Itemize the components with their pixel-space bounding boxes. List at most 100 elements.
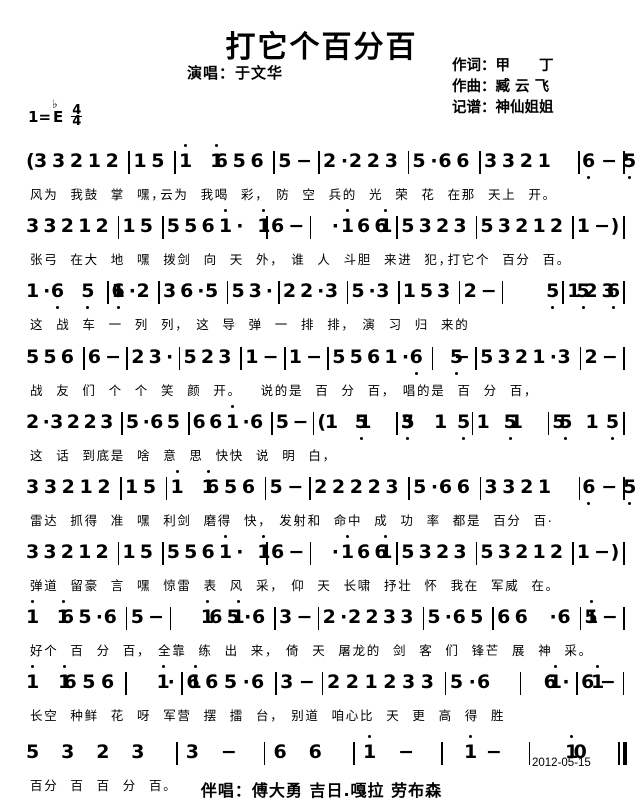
note-1: 1 [384, 346, 398, 368]
lyric-char: 百 [533, 513, 547, 528]
do-label: 1 [28, 107, 39, 126]
note-2: 2 [348, 150, 363, 172]
time-signature: 4 4 [71, 104, 83, 128]
augmentation-dot: · [331, 215, 339, 237]
lyric-char: 这 [30, 448, 43, 463]
lyric-char: 归 [414, 317, 428, 332]
barline [444, 672, 447, 695]
note-extension: − [287, 476, 304, 498]
note-1: 1 [532, 541, 546, 563]
lyrics-row: 好个百分百，全靠练出来，倚天屠龙的剑客们锋芒展神采。 [0, 640, 643, 662]
lyric-char: 空 [302, 187, 315, 202]
note-6: 6 [186, 671, 200, 693]
lyric-char: 客 [419, 643, 432, 658]
music-system: 2·32235·65661·65−(1515351515155515这话到底是啥… [0, 405, 643, 467]
augmentation-dot: · [549, 346, 557, 368]
lyric-char: 来 [441, 317, 454, 332]
lyric-char: ， [265, 643, 278, 658]
barline [128, 151, 130, 174]
barline [396, 216, 399, 239]
lyric-char: 百 [542, 252, 556, 267]
note-5: 5 [166, 541, 180, 563]
barline [181, 672, 183, 695]
barline [562, 281, 565, 304]
note-6: 6 [438, 150, 452, 172]
lyric-char: 开 [528, 187, 541, 202]
lyric-char: 道 [44, 578, 57, 593]
notation-row: (3 3 2 1 2 1 5 1 1 6 5 6 5−2 · 2 2 3 5 · 6 6 3 3 2 1 6 5− [0, 144, 643, 184]
barline [578, 477, 581, 500]
lyric-char: 比 [360, 708, 373, 723]
barline [82, 347, 85, 370]
lyric-char: 地 [110, 252, 124, 267]
lyric-char: ， [341, 317, 354, 332]
lyric-char: 胆 [357, 252, 371, 267]
lyric-char: 排 [327, 317, 340, 332]
note-1: 1 [463, 735, 478, 763]
barline [158, 281, 160, 304]
augmentation-dot: · [128, 280, 136, 302]
lyrics-row: 这话到底是啥意思快快说明白， [0, 445, 643, 467]
note-2: 2 [349, 476, 363, 498]
augmentation-dot: · [142, 411, 150, 433]
barline [178, 347, 181, 370]
note-extension: − [288, 541, 305, 563]
note-6: 6 [180, 280, 194, 302]
lyric-char: 喝 [214, 187, 228, 202]
note-5: 5 [204, 280, 219, 302]
barline [309, 216, 312, 239]
barline [120, 477, 122, 500]
note-2: 2 [136, 280, 150, 302]
note-6: 6 [87, 346, 101, 368]
music-system: 1 · 6 5 6 1 · 2 3 6 · 5 5 3 · 2 2 · 3 5 · 3 1 5 3 2−5 5 6 1 2 3 这战车一列列，… [0, 280, 643, 336]
chorus-credit: 伴唱：傅大勇 吉日.嘎拉 劳布森 [200, 781, 443, 800]
note-5: 5 [78, 606, 92, 628]
note-6: 6 [270, 215, 285, 237]
composer-credit: 作曲：臧 云 飞 [452, 79, 550, 95]
barline [125, 607, 128, 630]
note-2: 2 [97, 476, 111, 498]
lyric-char: 留 [70, 578, 83, 593]
barline [161, 216, 164, 239]
lyric-char: 战 [30, 383, 43, 398]
note-2: 2 [514, 346, 529, 368]
note-6: 6 [582, 476, 596, 505]
note-5: 5 [82, 671, 96, 693]
lyric-char: 豪 [84, 578, 98, 593]
note-5: 5 [457, 411, 471, 440]
lyric-char: 掌 [110, 187, 124, 202]
note-1: 1 [509, 411, 523, 433]
lyric-char: 功 [400, 513, 413, 528]
lyric-char: 百 [509, 383, 523, 398]
lyric-char: 打 [447, 252, 461, 267]
notation-mark: ) [610, 215, 620, 237]
note-extension: − [292, 411, 309, 433]
lyric-char: 壮 [398, 578, 411, 593]
augmentation-dot: · [340, 606, 348, 628]
music-system: 3 3 2 1 2 1 5 5 5 6 1 · 1 6−1 · 1 6 6 5 3 2 3 5 3 2 1 2 1−) 张弓在大地嘿拨剑… [0, 209, 643, 271]
lyric-char: 分 [483, 383, 497, 398]
lyric-char: 成 [374, 513, 387, 528]
note-extension: − [148, 606, 165, 628]
lyric-char: 心 [345, 708, 359, 723]
note-3: 3 [61, 741, 75, 763]
lyric-char: 嘿 [137, 187, 150, 202]
equals-sign: = [38, 107, 52, 126]
final-barline [618, 742, 620, 765]
barline [475, 347, 477, 370]
barline [124, 672, 127, 695]
lyric-char: 天 [317, 578, 330, 593]
note-3: 3 [400, 411, 414, 433]
note-2: 2 [519, 150, 533, 172]
note-3: 3 [279, 606, 293, 628]
note-3: 3 [148, 346, 162, 368]
lyric-char: 擂 [229, 708, 243, 723]
transcriber-credit: 记谱：神仙姐姐 [452, 100, 554, 116]
music-system: 5 5 6 6−2 3 · 5 2 3 1−1−5 5 6 1 · 6 5−5 3 2 1 · 3 2− 战友们个个笑颜开。… [0, 346, 643, 402]
barline [571, 216, 574, 239]
note-3: 3 [218, 346, 232, 368]
lyric-char: 种 [70, 708, 83, 723]
lyric-char: 更 [412, 708, 425, 723]
note-1: 1 [364, 671, 378, 693]
barline [278, 281, 280, 304]
